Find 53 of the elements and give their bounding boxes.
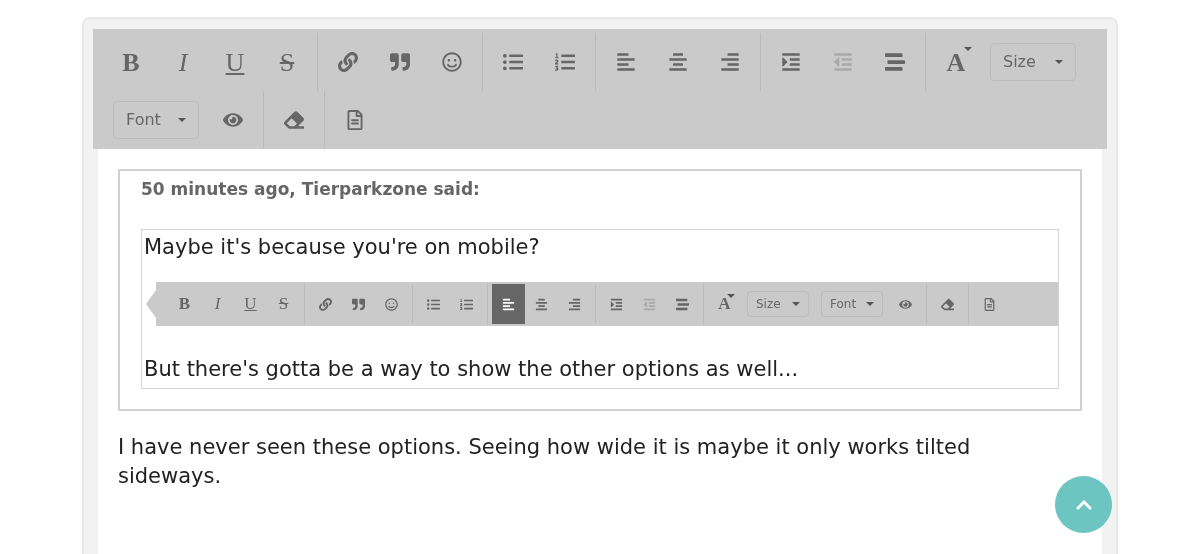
dropdown-button[interactable]: Size <box>747 291 809 317</box>
caret-icon <box>178 118 186 122</box>
align-center-icon <box>535 297 548 311</box>
format-button[interactable]: I <box>157 33 209 91</box>
smiley-icon <box>385 297 398 311</box>
bullet-list-icon <box>427 297 440 311</box>
link-icon <box>319 297 332 311</box>
align-right-icon <box>568 297 581 311</box>
post-text: But there's gotta be a way to show the other options as well... <box>143 356 800 383</box>
caret-icon <box>1055 60 1063 64</box>
indent-icon <box>610 297 623 311</box>
format-button[interactable]: B <box>105 33 157 91</box>
quote-attribution: 50 minutes ago, Tierparkzone said: <box>141 178 481 201</box>
indent-icon <box>781 52 801 72</box>
format-button[interactable]: I <box>201 284 234 324</box>
quote-icon <box>352 297 365 311</box>
list-indent-icon <box>885 52 905 72</box>
align-left-icon <box>502 297 515 311</box>
document-icon <box>345 110 365 130</box>
smiley-icon <box>442 52 462 72</box>
document-icon <box>983 297 996 311</box>
quote-icon <box>390 52 410 72</box>
bullet-list-icon <box>503 52 523 72</box>
format-button[interactable]: B <box>168 284 201 324</box>
caret-icon <box>866 302 874 306</box>
format-button[interactable]: S <box>261 33 313 91</box>
format-button[interactable]: S <box>267 284 300 324</box>
eraser-icon <box>941 297 954 311</box>
dropdown-button[interactable]: Font <box>113 101 199 139</box>
align-left-icon <box>616 52 636 72</box>
numbered-list-icon <box>460 297 473 311</box>
numbered-list-icon <box>555 52 575 72</box>
outdent-icon <box>643 297 656 311</box>
list-indent-icon <box>676 297 689 311</box>
align-left-button[interactable] <box>492 284 525 324</box>
dropdown-button[interactable]: Size <box>990 43 1076 81</box>
reply-text: I have never seen these options. Seeing how wide it is maybe it only works tilted sideways. <box>118 433 972 490</box>
eye-icon <box>223 110 243 130</box>
dropdown-button[interactable]: Font <box>821 291 883 317</box>
format-button[interactable]: U <box>209 33 261 91</box>
post-text: Maybe it's because you're on mobile? <box>143 234 541 261</box>
caret-icon <box>792 302 800 306</box>
caret-icon <box>964 47 972 51</box>
caret-icon <box>727 294 735 298</box>
format-button[interactable]: U <box>234 284 267 324</box>
align-center-icon <box>668 52 688 72</box>
link-icon <box>338 52 358 72</box>
outdent-icon <box>833 52 853 72</box>
align-right-icon <box>720 52 740 72</box>
eye-icon <box>899 297 912 311</box>
text-color-button[interactable]: A <box>708 284 741 324</box>
text-color-button[interactable]: A <box>930 33 982 91</box>
eraser-icon <box>284 110 304 130</box>
